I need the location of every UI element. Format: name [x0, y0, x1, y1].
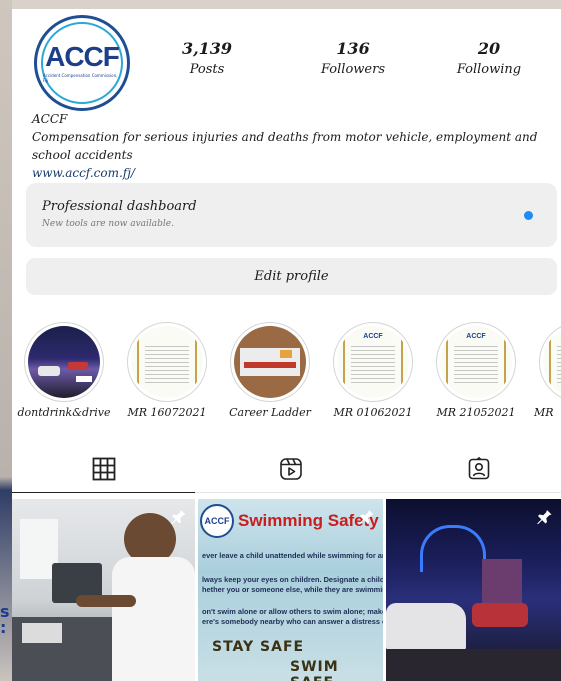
- post-tile[interactable]: [386, 499, 561, 681]
- highlight-ring: [24, 322, 104, 402]
- notification-dot: [524, 211, 533, 220]
- highlight-label: dontdrink&drive: [17, 406, 111, 419]
- professional-dashboard-card[interactable]: Professional dashboard New tools are now…: [26, 183, 557, 247]
- highlight-cover-media-release: ACCF: [337, 326, 409, 398]
- highlight-cover-career-ladder: [234, 326, 306, 398]
- pin-icon: [537, 508, 552, 525]
- posts-label: Posts: [189, 62, 225, 77]
- highlight-ring: [127, 322, 207, 402]
- following-count: 20: [477, 39, 501, 58]
- dashboard-subtitle: New tools are now available.: [42, 219, 174, 229]
- highlight-label: MR 21052021: [436, 406, 516, 419]
- highlight-ring: [539, 322, 561, 402]
- swim-safe-label: SWIM SAFE: [290, 659, 339, 681]
- profile-description: Compensation for serious injuries and de…: [32, 130, 538, 162]
- profile-bio: ACCF Compensation for serious injuries a…: [32, 111, 560, 182]
- avatar-logo-ring: ACCF Accident Compensation Commission, F…: [41, 22, 123, 104]
- post-tile[interactable]: [12, 499, 195, 681]
- highlight-item[interactable]: dontdrink&drive: [17, 322, 111, 419]
- followers-stat[interactable]: 136 Followers: [308, 39, 398, 79]
- tab-divider: [195, 492, 561, 493]
- document-border: [401, 330, 403, 394]
- highlight-ring: [230, 322, 310, 402]
- posts-count: 3,139: [181, 39, 233, 58]
- post-image-person-arm: [76, 595, 136, 607]
- edit-profile-button[interactable]: Edit profile: [26, 258, 557, 295]
- post-tile-swimming-safety[interactable]: ACCF Swimming Safety Tip ever leave a ch…: [198, 499, 383, 681]
- highlight-label: MR 16072021: [127, 406, 207, 419]
- post-image-road: [386, 649, 561, 681]
- highlight-label: Career Ladder: [229, 406, 311, 419]
- post-image-papers: [22, 623, 62, 643]
- document-lines: [145, 346, 189, 386]
- posts-stat[interactable]: 3,139 Posts: [162, 39, 252, 79]
- profile-website-link[interactable]: www.accf.com.fj/: [32, 164, 560, 182]
- pin-icon: [359, 508, 374, 525]
- document-lines: [351, 346, 395, 386]
- tagged-icon[interactable]: [467, 457, 491, 481]
- document-border: [343, 330, 345, 394]
- document-border: [504, 330, 506, 394]
- highlight-cover-night-street: [28, 326, 100, 398]
- stay-safe-label: STAY SAFE: [212, 639, 305, 655]
- reels-icon[interactable]: [279, 457, 303, 481]
- highlight-label: MR: [534, 406, 554, 419]
- swim-tip-line: ever leave a child unattended while swim…: [202, 551, 383, 560]
- post-image-white-car: [386, 603, 466, 651]
- post-image-red-car: [472, 603, 528, 627]
- highlight-item[interactable]: MR 16072021: [127, 322, 207, 419]
- background-edge-glyph: :: [0, 618, 7, 637]
- highlight-cover-media-release: [543, 326, 561, 398]
- pin-icon: [171, 508, 186, 525]
- document-border: [137, 330, 139, 394]
- dashboard-title: Professional dashboard: [42, 199, 197, 214]
- highlight-ring: ACCF: [436, 322, 516, 402]
- background-left-edge: [0, 0, 12, 681]
- followers-label: Followers: [321, 62, 385, 77]
- instagram-profile-screen: ACCF Accident Compensation Commission, F…: [12, 9, 561, 681]
- following-label: Following: [456, 62, 522, 77]
- highlight-item[interactable]: Career Ladder: [229, 322, 311, 419]
- post-image-building: [482, 559, 522, 609]
- post-image-person-shirt: [112, 557, 195, 681]
- swim-post-logo: ACCF: [200, 504, 234, 538]
- following-stat[interactable]: 20 Following: [444, 39, 534, 79]
- profile-name: ACCF: [32, 112, 68, 126]
- avatar-logo-text: ACCF: [45, 41, 120, 72]
- highlight-cover-media-release: [131, 326, 203, 398]
- highlight-ring: ACCF: [333, 322, 413, 402]
- swim-tip-line: ere's somebody nearby who can answer a d…: [202, 617, 383, 626]
- followers-count: 136: [336, 39, 370, 58]
- avatar-logo-subtitle: Accident Compensation Commission, Fiji: [43, 73, 118, 83]
- document-lines: [557, 346, 561, 386]
- post-image-neon-arch: [420, 525, 486, 572]
- document-border: [195, 330, 197, 394]
- profile-avatar[interactable]: ACCF Accident Compensation Commission, F…: [34, 15, 130, 111]
- highlight-item[interactable]: ACCF MR 01062021: [333, 322, 413, 419]
- grid-icon[interactable]: [92, 457, 116, 481]
- document-border: [549, 330, 551, 394]
- swim-tip-line: on't swim alone or allow others to swim …: [202, 607, 383, 616]
- swim-tip-line: lways keep your eyes on children. Design…: [202, 575, 383, 584]
- highlight-label: MR 01062021: [333, 406, 413, 419]
- document-lines: [454, 346, 498, 386]
- document-logo: ACCF: [363, 333, 383, 340]
- highlight-item[interactable]: MR: [534, 322, 561, 419]
- document-logo: ACCF: [466, 333, 486, 340]
- document-border: [446, 330, 448, 394]
- active-tab-indicator: [12, 492, 195, 493]
- highlight-cover-media-release: ACCF: [440, 326, 512, 398]
- swim-tip-line: hether you or someone else, while they a…: [202, 585, 383, 594]
- highlight-item[interactable]: ACCF MR 21052021: [436, 322, 516, 419]
- swim-post-header: ACCF Swimming Safety Tip: [198, 504, 383, 538]
